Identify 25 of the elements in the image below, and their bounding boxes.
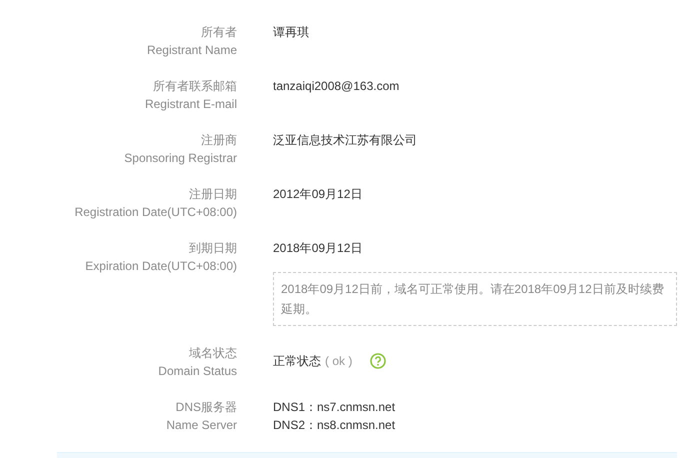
field-sublabel: Sponsoring Registrar [124,150,237,167]
field-sublabel: Domain Status [158,363,237,380]
expiry-note: 2018年09月12日前，域名可正常使用。请在2018年09月12日前及时续费延期。 [273,272,677,326]
field-value: tanzaiqi2008@163.com [273,78,400,95]
status-code: ( ok ) [325,353,352,370]
field-label: 注册商 [201,132,237,149]
field-label: 到期日期 [189,240,237,257]
field-sublabel: Registrant E-mail [144,96,237,113]
field-value: 谭再琪 [273,24,309,41]
field-sublabel: Registration Date(UTC+08:00) [74,204,237,221]
help-icon[interactable] [370,353,386,369]
field-sublabel: Registrant Name [146,42,237,59]
field-value: 2018年09月12日 [273,240,362,257]
field-label: 所有者 [201,24,237,41]
field-label: 所有者联系邮箱 [153,78,237,95]
field-label: DNS服务器 [176,399,237,416]
field-label: 域名状态 [189,345,237,362]
field-label: 注册日期 [189,186,237,203]
field-value: 2012年09月12日 [273,186,362,203]
field-sublabel: Name Server [166,417,237,434]
field-value: DNS2：ns8.cnmsn.net [273,417,396,434]
status-value: 正常状态 [273,353,321,370]
field-value: DNS1：ns7.cnmsn.net [273,399,396,416]
field-sublabel: Expiration Date(UTC+08:00) [85,258,237,275]
field-value: 泛亚信息技术江苏有限公司 [273,132,417,149]
